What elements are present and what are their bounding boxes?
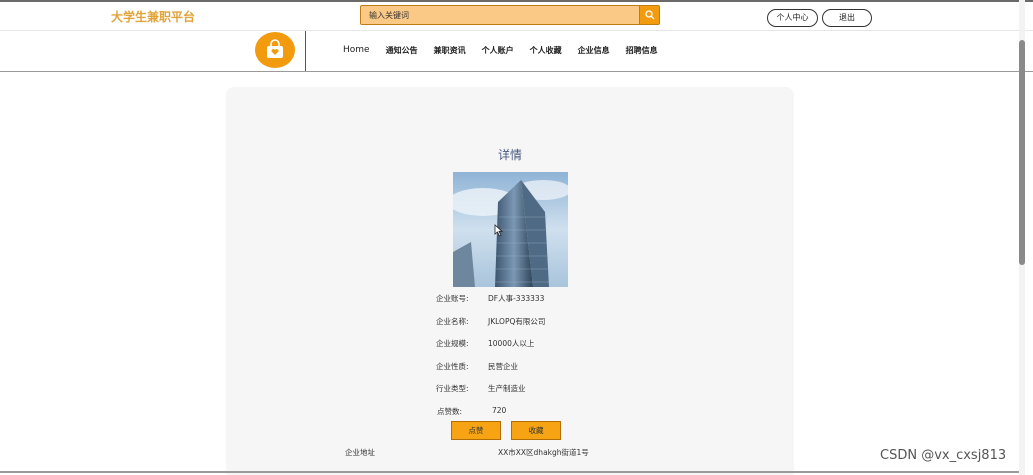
search-input[interactable] xyxy=(361,6,639,24)
field-label-nature: 企业性质: xyxy=(436,362,469,371)
nav-item-account[interactable]: 个人账户 xyxy=(482,45,514,56)
field-label-likes: 点赞数: xyxy=(437,407,463,416)
logo[interactable] xyxy=(255,32,295,68)
watermark: CSDN @vx_cxsj813 xyxy=(880,448,1007,463)
top-bar: 大学生兼职平台 个人中心 退出 xyxy=(0,0,1033,31)
nav-item-home[interactable]: Home xyxy=(343,45,370,56)
mouse-cursor-icon xyxy=(494,224,503,237)
field-value-likes: 720 xyxy=(492,406,507,415)
nav-item-notices[interactable]: 通知公告 xyxy=(386,45,418,56)
search-icon xyxy=(645,10,655,20)
field-label-address: 企业地址 xyxy=(345,448,375,457)
nav-divider xyxy=(305,31,306,71)
favorite-button[interactable]: 收藏 xyxy=(511,421,561,440)
scrollbar-thumb[interactable] xyxy=(1019,40,1025,265)
brand-title[interactable]: 大学生兼职平台 xyxy=(111,8,195,25)
bottom-divider xyxy=(0,471,1019,473)
nav-bar: Home 通知公告 兼职资讯 个人账户 个人收藏 企业信息 招聘信息 xyxy=(0,31,1033,72)
field-label-scale: 企业规模: xyxy=(436,339,469,348)
shopping-bag-heart-icon xyxy=(267,39,283,58)
user-center-button[interactable]: 个人中心 xyxy=(767,9,818,27)
field-value-name: JKLOPQ有限公司 xyxy=(488,317,546,326)
nav-item-company-info[interactable]: 企业信息 xyxy=(578,45,610,56)
nav-item-parttime-news[interactable]: 兼职资讯 xyxy=(434,45,466,56)
field-label-account: 企业账号: xyxy=(436,294,469,303)
search-button[interactable] xyxy=(639,6,659,24)
like-button[interactable]: 点赞 xyxy=(451,421,501,440)
field-label-name: 企业名称: xyxy=(436,317,469,326)
nav-item-recruitment[interactable]: 招聘信息 xyxy=(626,45,658,56)
logout-button[interactable]: 退出 xyxy=(822,9,872,27)
detail-card: 详情 企业账号: DF人事-333333 企业名称: JKLOPQ有限公司 企业… xyxy=(226,87,794,475)
search-box xyxy=(360,5,660,25)
field-value-scale: 10000人以上 xyxy=(488,339,535,348)
nav-item-favorites[interactable]: 个人收藏 xyxy=(530,45,562,56)
page-title: 详情 xyxy=(497,148,522,162)
field-value-nature: 民营企业 xyxy=(488,362,518,371)
company-photo xyxy=(453,172,568,287)
main-nav: Home 通知公告 兼职资讯 个人账户 个人收藏 企业信息 招聘信息 xyxy=(343,45,674,56)
field-value-account: DF人事-333333 xyxy=(488,294,545,303)
field-value-industry: 生产制造业 xyxy=(488,384,526,393)
field-label-industry: 行业类型: xyxy=(436,384,469,393)
field-value-address: XX市XX区dhakgh街道1号 xyxy=(498,448,589,457)
